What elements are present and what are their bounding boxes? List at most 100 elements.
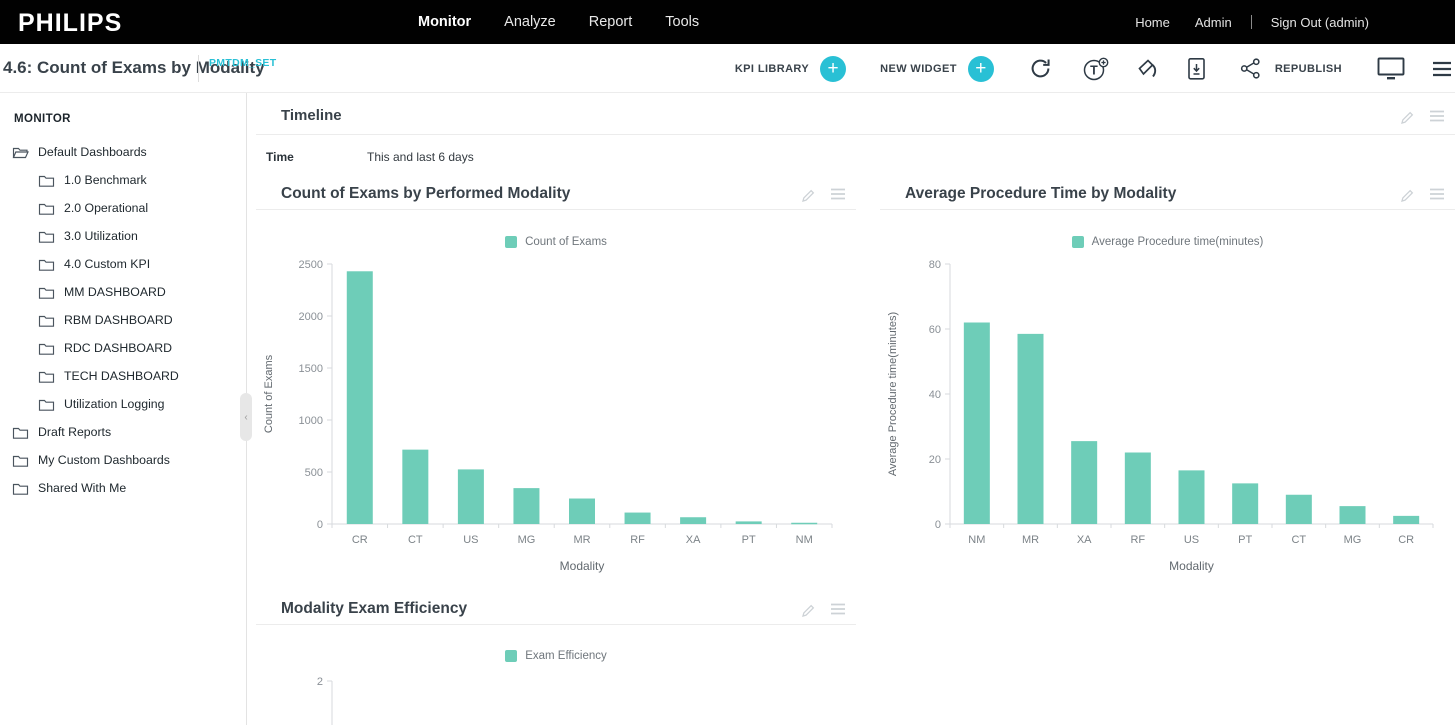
tree-item-shared-with-me[interactable]: Shared With Me xyxy=(0,474,246,502)
folder-icon xyxy=(38,397,55,412)
folder-icon xyxy=(38,313,55,328)
avg-procedure-time-widget: Average Procedure Time by Modality Avera… xyxy=(880,180,1455,585)
svg-text:2500: 2500 xyxy=(299,259,323,271)
bar-MR[interactable] xyxy=(1018,334,1044,524)
main-nav: Monitor Analyze Report Tools xyxy=(418,0,699,44)
nav-monitor[interactable]: Monitor xyxy=(418,14,471,30)
bar-CT[interactable] xyxy=(402,450,428,524)
nav-analyze[interactable]: Analyze xyxy=(504,14,556,30)
svg-text:MG: MG xyxy=(518,534,536,546)
svg-text:CR: CR xyxy=(1398,534,1414,546)
count-of-exams-title: Count of Exams by Performed Modality xyxy=(281,185,570,203)
legend-exam-efficiency[interactable]: Exam Efficiency xyxy=(256,650,856,662)
bar-CT[interactable] xyxy=(1286,495,1312,524)
tree-item-label: TECH DASHBOARD xyxy=(64,369,179,383)
edit-pencil-icon[interactable] xyxy=(800,602,817,624)
legend-avg-procedure-time[interactable]: Average Procedure time(minutes) xyxy=(880,236,1455,248)
timeline-title: Timeline xyxy=(281,107,342,124)
chart-canvas[interactable]: 2 xyxy=(256,667,856,725)
edit-pencil-icon[interactable] xyxy=(1399,109,1416,131)
kpi-library-button[interactable]: KPI LIBRARY xyxy=(735,63,809,75)
tree-item-my-custom-dashboards[interactable]: My Custom Dashboards xyxy=(0,446,246,474)
kpi-library-plus-icon[interactable]: + xyxy=(820,56,846,82)
svg-text:80: 80 xyxy=(929,259,941,271)
sidebar-collapse-handle[interactable]: ‹ xyxy=(240,393,252,441)
chart-canvas[interactable]: 020406080NMMRXARFUSPTCTMGCRModalityAvera… xyxy=(880,250,1455,585)
titlebar: 4.6: Count of Exams by Modality PMTDM_SE… xyxy=(0,44,1455,93)
svg-text:1500: 1500 xyxy=(299,363,323,375)
nav-tools[interactable]: Tools xyxy=(665,14,699,30)
svg-text:PT: PT xyxy=(742,534,756,546)
bar-US[interactable] xyxy=(458,469,484,524)
tree-item-rdc-dashboard[interactable]: RDC DASHBOARD xyxy=(0,334,246,362)
svg-text:XA: XA xyxy=(1077,534,1092,546)
bar-MG[interactable] xyxy=(1340,506,1366,524)
dashboard-tree: Default Dashboards1.0 Benchmark 2.0 Opera… xyxy=(0,138,246,502)
widget-menu-icon[interactable] xyxy=(1429,109,1445,131)
tree-item-utilization-logging[interactable]: Utilization Logging xyxy=(0,390,246,418)
tree-item-2-0-operational[interactable]: 2.0 Operational xyxy=(0,194,246,222)
svg-text:Modality: Modality xyxy=(560,559,605,573)
folder-icon xyxy=(38,257,55,272)
bar-PT[interactable] xyxy=(1232,483,1258,524)
share-icon[interactable] xyxy=(1238,56,1263,81)
tree-item-3-0-utilization[interactable]: 3.0 Utilization xyxy=(0,222,246,250)
tree-item-default-dashboards[interactable]: Default Dashboards xyxy=(0,138,246,166)
folder-icon xyxy=(38,369,55,384)
svg-text:40: 40 xyxy=(929,389,941,401)
divider xyxy=(1251,15,1252,29)
edit-pencil-icon[interactable] xyxy=(800,187,817,209)
add-text-icon[interactable]: T xyxy=(1081,55,1111,83)
topbar-link-sign-out-admin-[interactable]: Sign Out (admin) xyxy=(1265,15,1375,30)
export-document-icon[interactable] xyxy=(1185,56,1208,82)
legend-count-of-exams[interactable]: Count of Exams xyxy=(256,236,856,248)
menu-icon[interactable] xyxy=(1432,60,1452,78)
bar-NM[interactable] xyxy=(964,323,990,525)
tree-item-mm-dashboard[interactable]: MM DASHBOARD xyxy=(0,278,246,306)
tree-item-tech-dashboard[interactable]: TECH DASHBOARD xyxy=(0,362,246,390)
bar-US[interactable] xyxy=(1179,470,1205,524)
republish-button[interactable]: REPUBLISH xyxy=(1275,63,1342,75)
tree-item-1-0-benchmark[interactable]: 1.0 Benchmark xyxy=(0,166,246,194)
bar-MR[interactable] xyxy=(569,499,595,524)
dataset-tag[interactable]: PMTDM_SET xyxy=(209,57,276,69)
bar-CR[interactable] xyxy=(347,271,373,524)
folder-icon xyxy=(38,229,55,244)
tree-item-label: RBM DASHBOARD xyxy=(64,313,173,327)
chart-canvas[interactable]: 05001000150020002500CRCTUSMGMRRFXAPTNMMo… xyxy=(256,250,856,585)
widget-menu-icon[interactable] xyxy=(830,602,846,624)
sidebar-section-title: MONITOR xyxy=(14,113,71,125)
bar-MG[interactable] xyxy=(513,488,539,524)
display-icon[interactable] xyxy=(1376,56,1406,81)
topbar-link-home[interactable]: Home xyxy=(1129,15,1176,30)
svg-text:60: 60 xyxy=(929,324,941,336)
svg-text:US: US xyxy=(1184,534,1199,546)
time-value: This and last 6 days xyxy=(367,150,474,164)
svg-text:NM: NM xyxy=(796,534,813,546)
new-widget-plus-icon[interactable]: + xyxy=(968,56,994,82)
tree-item-rbm-dashboard[interactable]: RBM DASHBOARD xyxy=(0,306,246,334)
bar-NM[interactable] xyxy=(791,523,817,525)
tree-item-4-0-custom-kpi[interactable]: 4.0 Custom KPI xyxy=(0,250,246,278)
new-widget-button[interactable]: NEW WIDGET xyxy=(880,63,957,75)
bar-XA[interactable] xyxy=(1071,441,1097,524)
tree-item-label: 4.0 Custom KPI xyxy=(64,257,150,271)
bar-RF[interactable] xyxy=(625,513,651,524)
bar-PT[interactable] xyxy=(736,521,762,524)
svg-text:1000: 1000 xyxy=(299,415,323,427)
svg-text:CR: CR xyxy=(352,534,368,546)
widget-menu-icon[interactable] xyxy=(830,187,846,209)
nav-report[interactable]: Report xyxy=(589,14,633,30)
tree-item-draft-reports[interactable]: Draft Reports xyxy=(0,418,246,446)
refresh-icon[interactable] xyxy=(1028,56,1053,81)
bar-XA[interactable] xyxy=(680,517,706,524)
philips-logo: PHILIPS xyxy=(18,9,122,38)
widget-menu-icon[interactable] xyxy=(1429,187,1445,209)
edit-pencil-icon[interactable] xyxy=(1399,187,1416,209)
bar-CR[interactable] xyxy=(1393,516,1419,524)
svg-text:500: 500 xyxy=(305,467,323,479)
tree-item-label: 2.0 Operational xyxy=(64,201,148,215)
topbar-link-admin[interactable]: Admin xyxy=(1189,15,1238,30)
paint-icon[interactable] xyxy=(1135,56,1161,82)
bar-RF[interactable] xyxy=(1125,453,1151,525)
